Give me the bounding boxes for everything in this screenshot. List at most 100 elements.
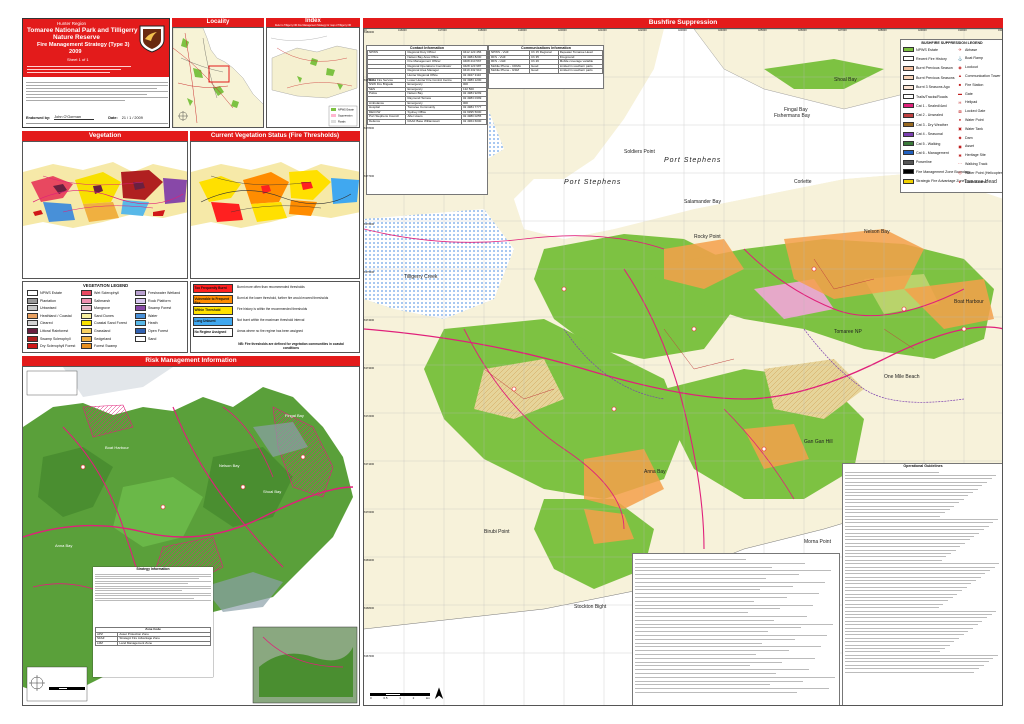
northing-tick: 6378000 [364, 127, 375, 130]
ops-text-line [635, 562, 805, 564]
ops-text-line [845, 502, 959, 503]
threshold-legend: Too Frequently Burnt Burnt more often tha… [190, 281, 360, 353]
locality-map [172, 27, 264, 128]
ops-text-line [635, 623, 833, 625]
ops-text-line [845, 576, 981, 578]
comms-row: NPWS - VHF Ch 15 Regional Repeater Tomaree… [489, 50, 604, 56]
ops-text-line [635, 684, 771, 686]
current-veg-map [190, 141, 360, 279]
ops-text-line [845, 661, 989, 663]
map-place-label: Morna Point [804, 539, 831, 545]
veg-label: Littoral Rainforest [40, 329, 69, 333]
ops-text-line [635, 619, 775, 621]
veg-label: Swamp Sclerophyll [40, 336, 71, 341]
threshold-label: Too Frequently Burnt [193, 284, 233, 293]
bushfire-legend-label: Cat 1 - Sealed/4wd [916, 103, 947, 108]
veg-legend-item: Rock Platform [135, 297, 171, 304]
map-symbol-icon: ⊠ [958, 108, 962, 114]
comms-cell: Limited in southern parts [557, 68, 604, 74]
date-value: 21 / 1 / 2009 [121, 115, 143, 120]
ops-text-line [845, 624, 978, 625]
veg-label: Saltmarsh [94, 298, 111, 303]
veg-label: Freshwater Wetland [148, 291, 181, 295]
ops-text-line [635, 665, 751, 667]
bushfire-legend-item: Powerline [903, 159, 932, 165]
bushfire-legend-label: Cat 5 - Walking [916, 141, 941, 146]
bushfire-symbol-label: Boat Ramp [965, 56, 983, 61]
veg-legend-item: Heathland / Coastal [27, 312, 72, 319]
ops-text-line [845, 637, 959, 639]
strategy-rows [93, 571, 213, 603]
map-symbol-icon: ▬ [958, 91, 962, 96]
easting-tick: 417000 [438, 29, 447, 32]
veg-legend-item: Wet Sclerophyll [81, 290, 119, 296]
risk-map: Boat Harbour Anna Bay Fingal Bay Nelson … [22, 366, 360, 706]
ops-text-line [635, 661, 783, 663]
bushfire-symbol-label: Water Point (Helicopter) [965, 170, 1003, 175]
easting-ticks: 4150004160004170004180004190004200004210… [364, 29, 1002, 34]
bushfire-swatch [903, 178, 914, 184]
veg-swatch [27, 297, 38, 304]
ops-text-line [845, 522, 994, 524]
endorsed-name: John O'Gorman [54, 115, 95, 120]
svg-text:NPWS Estate: NPWS Estate [338, 108, 354, 112]
region-label: Hunter Region [57, 21, 87, 26]
ops-text-line [635, 596, 787, 598]
northing-tick: 6377000 [364, 175, 375, 178]
map-symbol-icon: ■ [958, 82, 962, 88]
ops-text-line [635, 600, 755, 602]
ops-text-line [635, 642, 763, 644]
veg-legend-item: Grassland [81, 328, 110, 334]
ops-text-line [845, 505, 955, 507]
map-place-label: Boat Harbour [954, 299, 984, 305]
ops-text-line [845, 583, 972, 585]
ops-text-line [845, 644, 950, 646]
bushfire-symbol-item: ⊠ Locked Gate [957, 109, 985, 114]
veg-label: Swamp Forest [148, 306, 172, 311]
bushfire-map: Contact Information NPWS Regional Duty Of… [363, 28, 1003, 706]
npws-logo [139, 25, 165, 53]
ops-text-line [635, 612, 749, 613]
veg-swatch [27, 320, 38, 327]
ops-text-line [845, 508, 950, 510]
risk-scale-bar [49, 687, 85, 690]
bushfire-swatch [903, 112, 914, 118]
veg-label: Plantation [40, 298, 56, 303]
map-symbol-icon: H [958, 99, 962, 105]
ops-text-line [845, 491, 973, 493]
title-footer-line [26, 123, 168, 124]
threshold-label: Vulnerable to Frequent Fire [193, 295, 233, 305]
bushfire-symbol-label: Helipad [965, 100, 978, 105]
northing-tick: 6379000 [364, 79, 375, 82]
contact-row: Defence RAAF Base Williamtown 02 4964 6000 [366, 118, 488, 125]
veg-legend-item: Cleared [27, 320, 53, 327]
bushfire-symbol-item: ✈ Airbase [957, 47, 977, 52]
map-place-label: Tomaree Head [964, 179, 997, 185]
bushfire-swatch [903, 169, 914, 175]
bushfire-symbol-item: ◆ Dam [957, 135, 972, 140]
scale-tick: 0.5 [383, 696, 388, 700]
strategy-year: 2009 [69, 49, 82, 55]
bushfire-legend-item: Burnt 3 Seasons Ago [903, 84, 950, 90]
bushfire-symbol-label: Lookout [965, 65, 978, 70]
ops-text-line [635, 650, 789, 651]
ops-text-line [845, 597, 953, 598]
ops-guidelines-box: Operational Guidelines [842, 463, 1002, 705]
easting-tick: 419000 [518, 29, 527, 32]
veg-legend-item: Littoral Rainforest [27, 328, 68, 334]
bushfire-symbol-label: Water Tank [965, 126, 983, 131]
veg-label: Grassland [94, 329, 111, 333]
map-symbol-icon: ◉ [958, 64, 962, 70]
ops-text-line [635, 593, 819, 594]
bushfire-header: Bushfire Suppression [363, 18, 1003, 28]
map-place-label: Tomaree NP [834, 329, 862, 335]
bushfire-legend-label: Burnt Previous Seasons [916, 75, 955, 80]
map-place-label: Corlette [794, 179, 812, 185]
ops-text-line [845, 559, 942, 561]
ops-text-line [845, 495, 969, 497]
ops-text-line [845, 607, 939, 609]
easting-tick: 418000 [478, 29, 487, 32]
veg-legend-item: Dry Sclerophyll Forest [27, 343, 75, 350]
ops-text-line [635, 672, 777, 674]
ops-text-line [845, 610, 997, 612]
